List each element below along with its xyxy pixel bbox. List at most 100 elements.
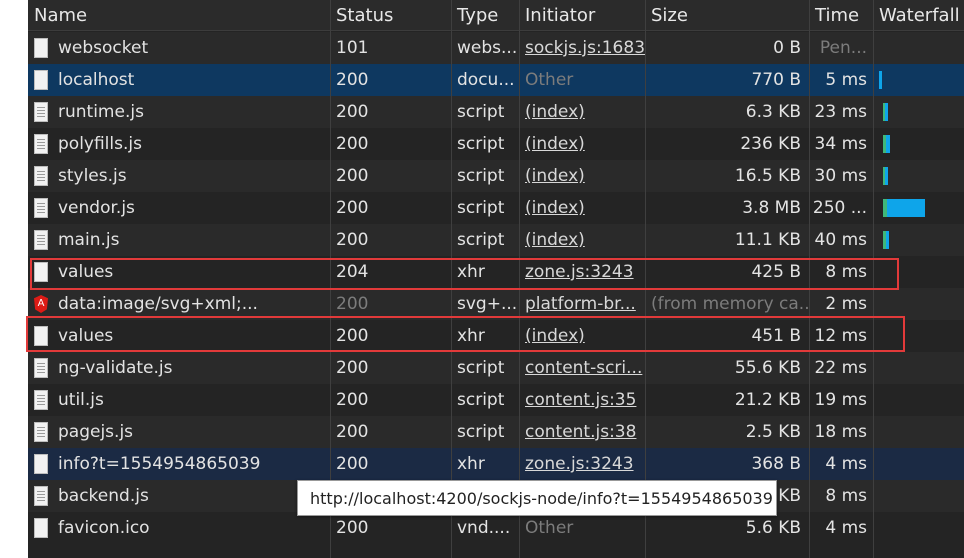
request-status: 200	[336, 454, 369, 474]
script-file-icon	[34, 102, 48, 122]
request-size: 6.3 KB	[745, 102, 801, 122]
initiator-link[interactable]: content-scri...	[525, 358, 642, 378]
table-row[interactable]: favicon.ico 200 vnd.... Other 5.6 KB 4 m…	[28, 512, 964, 544]
table-row[interactable]: styles.js 200 script (index) 16.5 KB 30 …	[28, 160, 964, 192]
script-file-icon	[34, 358, 48, 378]
request-name: info?t=1554954865039	[58, 454, 261, 474]
request-type: vnd....	[457, 518, 511, 538]
waterfall-bar	[885, 167, 888, 185]
request-status: 200	[336, 230, 369, 250]
request-name: styles.js	[58, 166, 127, 186]
initiator-link[interactable]: content.js:38	[525, 422, 636, 442]
initiator-link[interactable]: content.js:35	[525, 390, 636, 410]
request-time: 5 ms	[825, 70, 867, 90]
request-type: script	[457, 390, 505, 410]
script-file-icon	[34, 166, 48, 186]
request-type: docu...	[457, 70, 515, 90]
angular-logo-icon: A	[34, 295, 48, 313]
file-icon	[34, 38, 48, 58]
table-row[interactable]: polyfills.js 200 script (index) 236 KB 3…	[28, 128, 964, 160]
initiator-link[interactable]: zone.js:3243	[525, 454, 634, 474]
table-row[interactable]: websocket 101 webs... sockjs.js:1683 0 B…	[28, 32, 964, 64]
request-name: data:image/svg+xml;...	[58, 294, 258, 314]
file-icon	[34, 454, 48, 474]
script-file-icon	[34, 134, 48, 154]
request-type: script	[457, 102, 505, 122]
initiator-link[interactable]: (index)	[525, 198, 585, 218]
table-row[interactable]: pagejs.js 200 script content.js:38 2.5 K…	[28, 416, 964, 448]
request-time: 4 ms	[825, 454, 867, 474]
script-file-icon	[34, 422, 48, 442]
request-size: 21.2 KB	[734, 390, 801, 410]
column-header-status[interactable]: Status	[330, 0, 451, 30]
column-header-name[interactable]: Name	[28, 0, 330, 30]
request-time: 19 ms	[814, 390, 867, 410]
initiator-link[interactable]: platform-br...	[525, 294, 636, 314]
waterfall-bar	[879, 71, 882, 89]
request-status: 101	[336, 38, 369, 58]
request-size: 0 B	[773, 38, 801, 58]
request-type: script	[457, 166, 505, 186]
highlight-box	[30, 258, 899, 290]
column-header-initiator[interactable]: Initiator	[519, 0, 645, 30]
request-size: 3.8 MB	[742, 198, 801, 218]
initiator-link[interactable]: (index)	[525, 134, 585, 154]
table-row[interactable]: ng-validate.js 200 script content-scri..…	[28, 352, 964, 384]
request-name: polyfills.js	[58, 134, 142, 154]
request-time: 22 ms	[814, 358, 867, 378]
table-row[interactable]: main.js 200 script (index) 11.1 KB 40 ms	[28, 224, 964, 256]
request-time: 34 ms	[814, 134, 867, 154]
request-type: webs...	[457, 38, 518, 58]
initiator-text: Other	[525, 518, 574, 538]
request-time: Pen...	[819, 38, 867, 58]
script-file-icon	[34, 486, 48, 506]
highlight-box	[26, 316, 905, 352]
column-header-waterfall[interactable]: Waterfall	[873, 0, 964, 30]
initiator-text: Other	[525, 70, 574, 90]
request-status: 200	[336, 358, 369, 378]
request-time: 250 ...	[812, 198, 867, 218]
request-name: pagejs.js	[58, 422, 134, 442]
request-name: localhost	[58, 70, 135, 90]
request-size: 770 B	[751, 70, 801, 90]
request-name: runtime.js	[58, 102, 144, 122]
column-header-time[interactable]: Time	[809, 0, 873, 30]
request-type: script	[457, 422, 505, 442]
request-size: 11.1 KB	[734, 230, 801, 250]
initiator-link[interactable]: (index)	[525, 102, 585, 122]
waterfall-bar	[886, 135, 890, 153]
table-row[interactable]: localhost 200 docu... Other 770 B 5 ms	[28, 64, 964, 96]
request-status: 200	[336, 102, 369, 122]
request-time: 18 ms	[814, 422, 867, 442]
request-name: vendor.js	[58, 198, 135, 218]
table-row[interactable]: util.js 200 script content.js:35 21.2 KB…	[28, 384, 964, 416]
request-time: 30 ms	[814, 166, 867, 186]
request-size: 5.6 KB	[745, 518, 801, 538]
table-row[interactable]: runtime.js 200 script (index) 6.3 KB 23 …	[28, 96, 964, 128]
script-file-icon	[34, 390, 48, 410]
request-name: favicon.ico	[58, 518, 150, 538]
initiator-link[interactable]: (index)	[525, 230, 585, 250]
table-header: Name Status Type Initiator Size Time Wat…	[28, 0, 964, 31]
column-header-type[interactable]: Type	[451, 0, 519, 30]
request-size: 368 B	[751, 454, 801, 474]
request-time: 40 ms	[814, 230, 867, 250]
table-row[interactable]: info?t=1554954865039 200 xhr zone.js:324…	[28, 448, 964, 480]
column-header-size[interactable]: Size	[645, 0, 809, 30]
request-status: 200	[336, 390, 369, 410]
script-file-icon	[34, 230, 48, 250]
waterfall-bar	[887, 199, 925, 217]
initiator-link[interactable]: (index)	[525, 166, 585, 186]
request-size: 55.6 KB	[734, 358, 801, 378]
request-size: 2.5 KB	[745, 422, 801, 442]
initiator-link[interactable]: sockjs.js:1683	[525, 38, 645, 58]
script-file-icon	[34, 198, 48, 218]
table-row[interactable]: vendor.js 200 script (index) 3.8 MB 250 …	[28, 192, 964, 224]
request-name: websocket	[58, 38, 149, 58]
waterfall-bar	[885, 103, 888, 121]
request-name: backend.js	[58, 486, 149, 506]
request-type: script	[457, 134, 505, 154]
request-type: script	[457, 230, 505, 250]
request-size: 16.5 KB	[734, 166, 801, 186]
file-icon	[34, 518, 48, 538]
